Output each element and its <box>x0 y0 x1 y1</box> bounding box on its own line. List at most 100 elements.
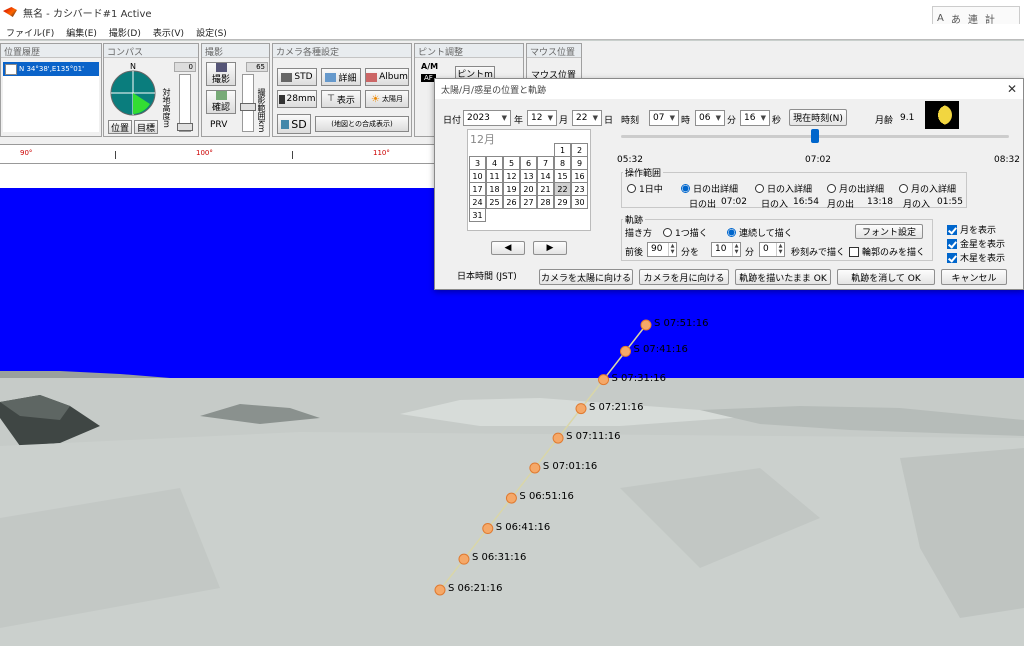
calendar-day[interactable]: 11 <box>486 169 503 183</box>
next-month-button[interactable]: ▶ <box>533 241 567 255</box>
calendar-day[interactable]: 13 <box>520 169 537 183</box>
show-jupiter-checkbox[interactable]: 木星を表示 <box>947 251 1005 264</box>
sunset-time: 16:54 <box>793 197 819 207</box>
altitude-slider[interactable] <box>177 74 193 132</box>
menu-file[interactable]: ファイル(F) <box>0 24 60 39</box>
spinner-arrows-icon[interactable]: ▲ ▼ <box>732 243 740 256</box>
draw-mode-continuous[interactable]: 連続して描く <box>727 226 793 239</box>
lens-28mm-button[interactable]: 28mm <box>277 90 317 108</box>
range-option-sunset[interactable]: 日の入詳細 <box>755 182 812 195</box>
menu-edit[interactable]: 編集(E) <box>60 24 103 39</box>
calendar-day[interactable]: 1 <box>554 143 571 157</box>
camera-to-sun-button[interactable]: カメラを太陽に向ける <box>539 269 633 285</box>
calendar-day[interactable]: 8 <box>554 156 571 170</box>
day-select[interactable]: 22 ▼ <box>572 110 602 126</box>
calendar-day[interactable]: 25 <box>486 195 503 209</box>
std-button[interactable]: STD <box>277 68 317 86</box>
show-venus-checkbox[interactable]: 金星を表示 <box>947 237 1005 250</box>
calendar-day[interactable]: 21 <box>537 182 554 196</box>
compass-target-button[interactable]: 目標 <box>134 120 158 134</box>
time-slider-track[interactable] <box>621 129 1009 143</box>
draw-mode-single[interactable]: 1つ描く <box>663 226 708 239</box>
calendar-day[interactable]: 12 <box>503 169 520 183</box>
year-select[interactable]: 2023 ▼ <box>463 110 511 126</box>
focus-am-label[interactable]: A/M <box>421 62 438 71</box>
spinner-arrows-icon[interactable]: ▲ ▼ <box>668 243 676 256</box>
calendar-day[interactable]: 6 <box>520 156 537 170</box>
interval-sec-spinner[interactable]: 0 ▲ ▼ <box>759 242 785 257</box>
lens-icon <box>278 94 285 104</box>
calendar-day[interactable]: 31 <box>469 208 486 222</box>
confirm-button[interactable]: 確認 <box>206 90 236 114</box>
range-option-moonrise[interactable]: 月の出詳細 <box>827 182 884 195</box>
hour-select[interactable]: 07 ▼ <box>649 110 679 126</box>
composite-button[interactable]: (地図との合成表示) <box>315 116 409 132</box>
outline-only-checkbox[interactable]: 輪郭のみを描く <box>849 245 925 258</box>
range-slider[interactable] <box>240 74 256 132</box>
compass-dial[interactable] <box>110 70 156 116</box>
range-slider-thumb[interactable] <box>240 103 256 111</box>
position-history-item[interactable]: N 34°38',E135°01' <box>3 62 99 76</box>
altitude-slider-thumb[interactable] <box>177 123 193 131</box>
album-button[interactable]: Album <box>365 68 409 86</box>
sun-moon-button[interactable]: ☀ 太陽月 <box>365 90 409 108</box>
calendar-day[interactable]: 29 <box>554 195 571 209</box>
time-slider-thumb[interactable] <box>811 129 819 143</box>
calendar[interactable]: 12月 1 2 3 4 5 6 7 8 9 10 11 12 13 14 15 16 17 18 19 20 21 22 2… <box>467 129 591 231</box>
calendar-day[interactable]: 23 <box>571 182 588 196</box>
calendar-day[interactable]: 14 <box>537 169 554 183</box>
range-option-allday[interactable]: 1日中 <box>627 182 663 195</box>
altitude-label: 対地高度m <box>162 88 171 128</box>
ok-erase-trail-button[interactable]: 軌跡を消して OK <box>837 269 935 285</box>
calendar-day[interactable]: 5 <box>503 156 520 170</box>
menu-view[interactable]: 表示(V) <box>147 24 190 39</box>
calendar-day[interactable]: 2 <box>571 143 588 157</box>
calendar-day[interactable]: 22 <box>554 182 571 196</box>
altitude-value: 0 <box>174 62 196 72</box>
calendar-day[interactable]: 17 <box>469 182 486 196</box>
calendar-day[interactable]: 20 <box>520 182 537 196</box>
camera-settings-title: カメラ各種設定 <box>273 44 411 58</box>
second-select[interactable]: 16 ▼ <box>740 110 770 126</box>
close-icon[interactable]: ✕ <box>1007 82 1017 96</box>
cancel-button[interactable]: キャンセル <box>941 269 1007 285</box>
shoot-button[interactable]: 撮影 <box>206 62 236 86</box>
calendar-day[interactable]: 24 <box>469 195 486 209</box>
calendar-day[interactable]: 27 <box>520 195 537 209</box>
show-moon-checkbox[interactable]: 月を表示 <box>947 223 996 236</box>
ime-mode-a[interactable]: A <box>937 13 944 24</box>
menu-shoot[interactable]: 撮影(D) <box>103 24 147 39</box>
calendar-day[interactable]: 10 <box>469 169 486 183</box>
detail-button[interactable]: 詳細 <box>321 68 361 86</box>
calendar-day[interactable]: 16 <box>571 169 588 183</box>
display-label: 表示 <box>336 95 355 106</box>
calendar-day[interactable]: 19 <box>503 182 520 196</box>
prev-month-button[interactable]: ◀ <box>491 241 525 255</box>
calendar-day[interactable]: 30 <box>571 195 588 209</box>
display-button[interactable]: ⊤ 表示 <box>321 90 361 108</box>
calendar-day[interactable]: 4 <box>486 156 503 170</box>
range-option-sunrise[interactable]: 日の出詳細 <box>681 182 738 195</box>
current-time-button[interactable]: 現在時刻(N) <box>789 109 847 126</box>
position-history-list[interactable] <box>3 76 99 132</box>
prv-label[interactable]: PRV <box>210 120 227 130</box>
compass-position-button[interactable]: 位置 <box>108 120 132 134</box>
minute-select[interactable]: 06 ▼ <box>695 110 725 126</box>
calendar-day[interactable]: 3 <box>469 156 486 170</box>
calendar-day[interactable]: 9 <box>571 156 588 170</box>
calendar-day[interactable]: 28 <box>537 195 554 209</box>
camera-to-moon-button[interactable]: カメラを月に向ける <box>639 269 729 285</box>
calendar-day[interactable]: 7 <box>537 156 554 170</box>
calendar-day[interactable]: 18 <box>486 182 503 196</box>
sd-button[interactable]: SD <box>277 114 311 134</box>
font-settings-button[interactable]: フォント設定 <box>855 224 923 239</box>
range-option-moonset[interactable]: 月の入詳細 <box>899 182 956 195</box>
ok-keep-trail-button[interactable]: 軌跡を描いたまま OK <box>735 269 831 285</box>
calendar-day[interactable]: 15 <box>554 169 571 183</box>
before-after-spinner[interactable]: 90 ▲ ▼ <box>647 242 677 257</box>
calendar-day[interactable]: 26 <box>503 195 520 209</box>
spinner-arrows-icon[interactable]: ▲ ▼ <box>776 243 784 256</box>
menu-settings[interactable]: 設定(S) <box>190 24 233 39</box>
month-select[interactable]: 12 ▼ <box>527 110 557 126</box>
interval-min-spinner[interactable]: 10 ▲ ▼ <box>711 242 741 257</box>
